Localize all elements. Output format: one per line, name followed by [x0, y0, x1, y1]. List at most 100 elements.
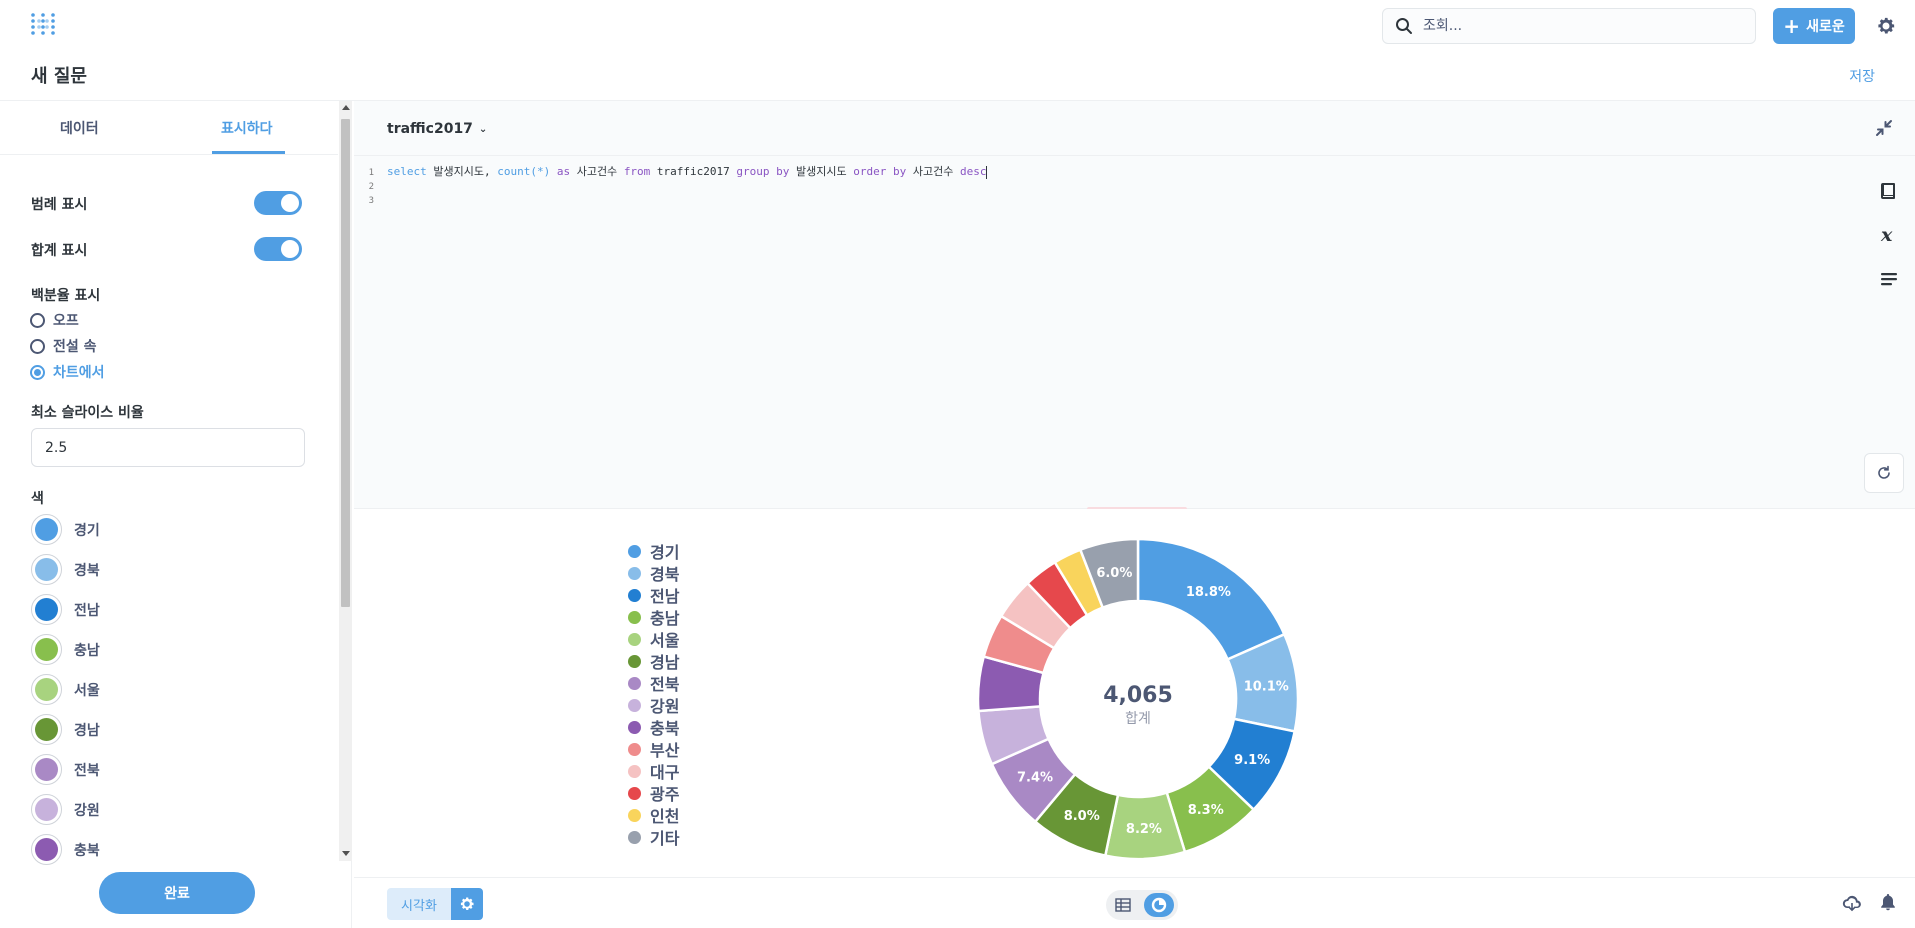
tab-display[interactable]: 표시하다	[221, 118, 273, 138]
search-input[interactable]	[1423, 18, 1723, 34]
line-number: 2	[368, 182, 374, 192]
color-item[interactable]: 강원	[31, 794, 100, 825]
slice-percent-label: 9.1%	[1234, 753, 1270, 768]
color-swatch[interactable]	[31, 754, 62, 785]
done-button[interactable]: 완료	[99, 872, 255, 914]
settings-gear-icon[interactable]	[1876, 16, 1896, 36]
legend-dot	[628, 830, 641, 844]
sql-token: 사고건수	[570, 165, 624, 178]
color-item-label: 전남	[74, 602, 100, 619]
color-item[interactable]: 충북	[31, 834, 100, 865]
color-swatch[interactable]	[31, 634, 62, 665]
radio-button[interactable]	[30, 364, 45, 380]
legend-dot	[628, 588, 641, 602]
color-item[interactable]: 경남	[31, 714, 100, 745]
sql-keyword: group by	[736, 165, 790, 178]
color-item-label: 충남	[74, 642, 100, 659]
legend-item[interactable]: 충북	[628, 716, 679, 738]
table-view-icon[interactable]	[1110, 893, 1136, 917]
color-swatch[interactable]	[31, 554, 62, 585]
color-item[interactable]: 전남	[31, 594, 100, 625]
color-item-label: 강원	[74, 802, 100, 819]
slice-percent-label: 6.0%	[1096, 566, 1132, 581]
slice-percent-label: 8.3%	[1188, 803, 1224, 818]
collapse-editor-icon[interactable]	[1875, 119, 1893, 137]
color-swatch[interactable]	[31, 794, 62, 825]
legend-item[interactable]: 대구	[628, 760, 679, 782]
legend-label: 경기	[650, 543, 680, 562]
legend-item[interactable]: 전남	[628, 584, 679, 606]
alert-bell-icon[interactable]	[1880, 893, 1896, 911]
legend-item[interactable]: 기타	[628, 826, 679, 848]
run-query-button[interactable]	[1864, 453, 1904, 493]
legend-item[interactable]: 경남	[628, 650, 679, 672]
legend-item[interactable]: 충남	[628, 606, 679, 628]
sql-keyword: select	[387, 165, 427, 178]
tab-data[interactable]: 데이터	[60, 118, 99, 138]
legend-item[interactable]: 경북	[628, 562, 679, 584]
scrollbar-thumb[interactable]	[341, 119, 350, 607]
metabase-logo-icon[interactable]	[30, 12, 56, 38]
snippets-lines-icon[interactable]	[1878, 268, 1900, 290]
colors-label: 색	[31, 491, 44, 507]
percent-option-chart[interactable]: 차트에서	[30, 362, 105, 382]
legend-dot	[628, 808, 641, 822]
color-item-label: 서울	[74, 682, 100, 699]
legend-item[interactable]: 강원	[628, 694, 679, 716]
legend-item[interactable]: 서울	[628, 628, 679, 650]
visualization-button[interactable]: 시각화	[387, 888, 451, 920]
legend-label: 경남	[650, 653, 680, 672]
slice-percent-label: 18.8%	[1186, 585, 1231, 600]
color-swatch[interactable]	[31, 674, 62, 705]
legend-item[interactable]: 부산	[628, 738, 679, 760]
show-legend-toggle[interactable]	[254, 191, 302, 215]
legend-item[interactable]: 인천	[628, 804, 679, 826]
panel-scrollbar[interactable]	[339, 101, 352, 861]
legend-item[interactable]: 광주	[628, 782, 679, 804]
color-swatch[interactable]	[31, 834, 62, 865]
question-title-bar: 새 질문 저장	[0, 50, 1915, 101]
page-title: 새 질문	[31, 66, 87, 87]
save-button[interactable]: 저장	[1849, 66, 1875, 86]
legend-label: 강원	[650, 697, 680, 716]
chart-view-icon[interactable]	[1144, 893, 1174, 917]
new-button[interactable]: + 새로운	[1773, 8, 1855, 44]
color-item[interactable]: 경북	[31, 554, 100, 585]
legend-label: 충남	[650, 609, 680, 628]
color-item[interactable]: 충남	[31, 634, 100, 665]
legend-item[interactable]: 경기	[628, 540, 679, 562]
color-item[interactable]: 경기	[31, 514, 100, 545]
line-numbers: 1 2 3	[354, 166, 374, 208]
legend-dot	[628, 720, 641, 734]
settings-tabs: 데이터 표시하다	[0, 101, 338, 155]
search-box[interactable]	[1382, 8, 1756, 44]
color-swatch[interactable]	[31, 714, 62, 745]
radio-button[interactable]	[30, 338, 45, 354]
editor-header: traffic2017 ⌄	[354, 101, 1915, 156]
show-total-toggle[interactable]	[254, 237, 302, 261]
min-slice-input[interactable]: 2.5	[31, 428, 305, 467]
percent-option-off[interactable]: 오프	[30, 310, 79, 330]
radio-button[interactable]	[30, 312, 45, 328]
legend-item[interactable]: 전북	[628, 672, 679, 694]
color-item-label: 경북	[74, 562, 100, 579]
sql-function: count(*)	[497, 165, 551, 178]
percent-option-legend[interactable]: 전설 속	[30, 336, 97, 356]
color-item[interactable]: 서울	[31, 674, 100, 705]
data-reference-book-icon[interactable]	[1878, 180, 1900, 202]
variables-x-icon[interactable]: x	[1878, 224, 1900, 246]
color-swatch[interactable]	[31, 594, 62, 625]
sql-code[interactable]: select 발생지시도, count(*) as 사고건수 from traf…	[387, 164, 988, 180]
database-picker[interactable]: traffic2017 ⌄	[387, 121, 487, 137]
legend-label: 경북	[650, 565, 680, 584]
scroll-up-arrow-icon[interactable]	[342, 105, 350, 110]
scroll-down-arrow-icon[interactable]	[342, 851, 350, 856]
svg-text:x: x	[1880, 224, 1893, 246]
color-item-label: 전북	[74, 762, 100, 779]
visualization-settings-gear-icon[interactable]	[451, 888, 483, 920]
color-item[interactable]: 전북	[31, 754, 100, 785]
color-swatch[interactable]	[31, 514, 62, 545]
legend-label: 전남	[650, 587, 680, 606]
download-icon[interactable]	[1842, 894, 1862, 912]
legend-label: 부산	[650, 741, 680, 760]
